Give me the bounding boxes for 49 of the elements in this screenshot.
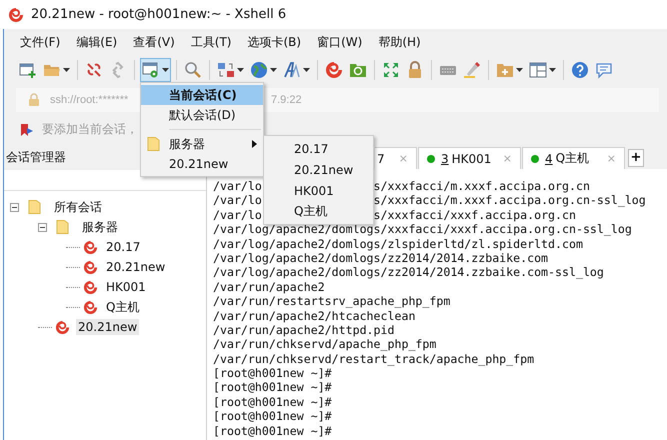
menu-item[interactable]: 选项卡(B) (248, 34, 302, 51)
terminal-line: /var/log/apache2/domlogs/zz2014/2014.zzbaike.com-ssl_log (213, 265, 604, 280)
terminal-line: /var/lo (213, 193, 262, 208)
terminal-line: /var/run/apache2/htcacheclean (213, 308, 416, 323)
terminal-line: s/xxxfacci/xxxf.accipa.org.cn (374, 208, 576, 222)
hint-text: 要添加当前会话， (42, 121, 138, 138)
menu-item[interactable]: 帮助(H) (378, 34, 421, 51)
window-title: 20.21new - root@h001new:~ - Xshell 6 (31, 7, 286, 22)
tree-item[interactable]: 20.21new (104, 259, 168, 275)
terminal-line: /var/run/apache2 (213, 280, 325, 294)
tab[interactable]: 7 × (375, 147, 417, 169)
terminal-line: [root@h001new ~]# (213, 366, 332, 380)
terminal-line: [root@h001new ~]# (213, 409, 332, 424)
menu-item[interactable]: 20.21new (264, 159, 373, 180)
menu-item[interactable]: 20.21new (141, 154, 263, 174)
terminal-line: [root@h001new ~]# (213, 424, 332, 438)
menu-item[interactable]: 当前会话(C) (141, 85, 263, 105)
tree-item[interactable]: 服务器 (80, 218, 120, 236)
new-tab-button[interactable]: + (628, 149, 644, 167)
tree-item[interactable]: 20.17 (104, 239, 142, 255)
terminal-line: /var/log/apache2/domlogs/xxxfacci/xxxf.accipa.org.cn-ssl_log (213, 222, 632, 237)
tree-item[interactable]: 20.21new (76, 319, 140, 335)
terminal-line: /var/run/chkservd/restart_track/apache_php_fpm (213, 352, 534, 366)
menu-item[interactable]: 编辑(E) (76, 34, 118, 51)
terminal-line: [root@h001new ~]# (213, 380, 332, 395)
terminal-line: /var/run/restartsrv_apache_php_fpm (213, 294, 450, 309)
terminal-line: /var/lo (213, 208, 262, 222)
tree-item[interactable]: 所有会话 (52, 198, 104, 216)
terminal-line: /var/run/chkservd/apache_php_fpm (213, 337, 436, 352)
terminal-line: s/xxxfacci/m.xxxf.accipa.org.cn (374, 179, 590, 194)
tree-item[interactable]: HK001 (104, 279, 148, 295)
menu-item[interactable]: 查看(V) (133, 34, 175, 51)
terminal-line: [root@h001new ~]# (213, 394, 332, 410)
panel-title: 会话管理器 (6, 148, 66, 166)
menu-item[interactable]: 服务器 (141, 134, 263, 154)
menu-item[interactable]: 文件(F) (20, 34, 60, 51)
menu-item[interactable]: 20.17 (264, 138, 373, 159)
tab[interactable]: 4 Q主机 × (522, 147, 625, 169)
terminal-line: /var/log/apache2/domlogs/zz2014/2014.zzbaike.com (213, 250, 548, 266)
menu-item[interactable]: HK001 (264, 180, 373, 201)
terminal-line: /var/run/apache2/httpd.pid (213, 322, 394, 338)
menu-item[interactable]: 窗口(W) (317, 34, 362, 51)
tree-item[interactable]: Q主机 (104, 298, 142, 316)
menu-item[interactable]: Q主机 (264, 201, 373, 222)
tab[interactable]: 3 HK001 × (418, 147, 521, 169)
menu-item[interactable]: 工具(T) (190, 34, 232, 51)
terminal-line: /var/lo (213, 179, 262, 194)
terminal-line: /var/log/apache2/domlogs/zlspiderltd/zl.spiderltd.com (213, 236, 583, 251)
terminal-line: s/xxxfacci/m.xxxf.accipa.org.cn-ssl_log (374, 193, 646, 208)
